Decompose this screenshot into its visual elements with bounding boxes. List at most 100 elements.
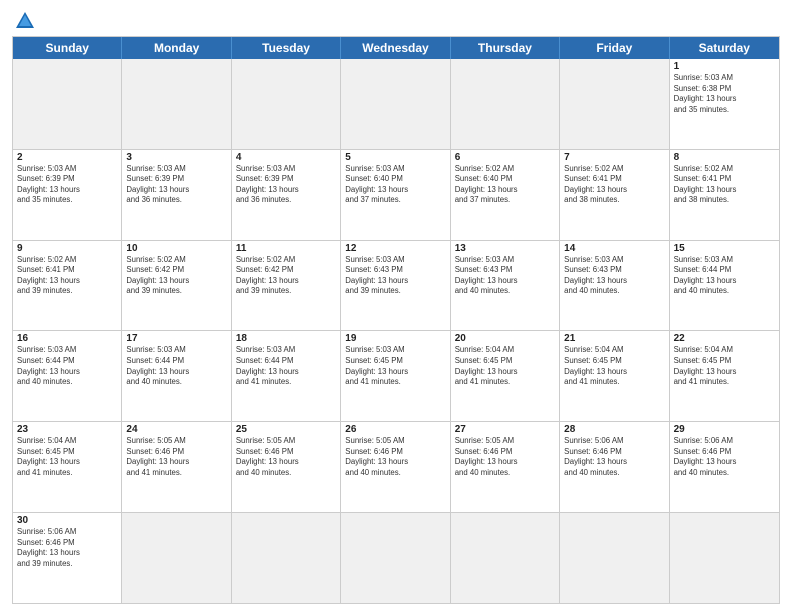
day-number: 7 — [564, 152, 664, 163]
day-number: 13 — [455, 243, 555, 254]
day-number: 26 — [345, 424, 445, 435]
cell-info: Sunrise: 5:05 AM Sunset: 6:46 PM Dayligh… — [345, 436, 445, 478]
calendar-cell — [451, 513, 560, 603]
calendar-cell: 2Sunrise: 5:03 AM Sunset: 6:39 PM Daylig… — [13, 150, 122, 240]
calendar-cell: 14Sunrise: 5:03 AM Sunset: 6:43 PM Dayli… — [560, 241, 669, 331]
calendar-cell: 8Sunrise: 5:02 AM Sunset: 6:41 PM Daylig… — [670, 150, 779, 240]
day-number: 5 — [345, 152, 445, 163]
day-number: 2 — [17, 152, 117, 163]
day-number: 30 — [17, 515, 117, 526]
cell-info: Sunrise: 5:03 AM Sunset: 6:38 PM Dayligh… — [674, 73, 775, 115]
cell-info: Sunrise: 5:03 AM Sunset: 6:44 PM Dayligh… — [17, 345, 117, 387]
day-number: 6 — [455, 152, 555, 163]
calendar-cell: 9Sunrise: 5:02 AM Sunset: 6:41 PM Daylig… — [13, 241, 122, 331]
cell-info: Sunrise: 5:05 AM Sunset: 6:46 PM Dayligh… — [236, 436, 336, 478]
header — [12, 10, 780, 30]
cell-info: Sunrise: 5:03 AM Sunset: 6:39 PM Dayligh… — [17, 164, 117, 206]
cell-info: Sunrise: 5:06 AM Sunset: 6:46 PM Dayligh… — [17, 527, 117, 569]
cell-info: Sunrise: 5:02 AM Sunset: 6:41 PM Dayligh… — [564, 164, 664, 206]
cell-info: Sunrise: 5:05 AM Sunset: 6:46 PM Dayligh… — [455, 436, 555, 478]
cell-info: Sunrise: 5:02 AM Sunset: 6:42 PM Dayligh… — [126, 255, 226, 297]
calendar-cell: 17Sunrise: 5:03 AM Sunset: 6:44 PM Dayli… — [122, 331, 231, 421]
day-number: 10 — [126, 243, 226, 254]
day-number: 14 — [564, 243, 664, 254]
logo-icon — [14, 10, 36, 32]
calendar-cell — [341, 59, 450, 149]
calendar-cell — [13, 59, 122, 149]
day-number: 4 — [236, 152, 336, 163]
day-number: 29 — [674, 424, 775, 435]
calendar-cell: 3Sunrise: 5:03 AM Sunset: 6:39 PM Daylig… — [122, 150, 231, 240]
calendar-cell — [451, 59, 560, 149]
calendar-cell: 4Sunrise: 5:03 AM Sunset: 6:39 PM Daylig… — [232, 150, 341, 240]
cell-info: Sunrise: 5:03 AM Sunset: 6:44 PM Dayligh… — [236, 345, 336, 387]
day-number: 27 — [455, 424, 555, 435]
cell-info: Sunrise: 5:03 AM Sunset: 6:39 PM Dayligh… — [126, 164, 226, 206]
cell-info: Sunrise: 5:02 AM Sunset: 6:40 PM Dayligh… — [455, 164, 555, 206]
calendar-row-4: 16Sunrise: 5:03 AM Sunset: 6:44 PM Dayli… — [13, 331, 779, 422]
logo — [12, 10, 38, 32]
calendar-body: 1Sunrise: 5:03 AM Sunset: 6:38 PM Daylig… — [13, 59, 779, 603]
day-number: 18 — [236, 333, 336, 344]
calendar-row-1: 1Sunrise: 5:03 AM Sunset: 6:38 PM Daylig… — [13, 59, 779, 150]
weekday-header-saturday: Saturday — [670, 37, 779, 59]
calendar-cell — [122, 513, 231, 603]
cell-info: Sunrise: 5:04 AM Sunset: 6:45 PM Dayligh… — [674, 345, 775, 387]
day-number: 22 — [674, 333, 775, 344]
cell-info: Sunrise: 5:03 AM Sunset: 6:44 PM Dayligh… — [126, 345, 226, 387]
calendar-cell — [232, 59, 341, 149]
calendar-row-5: 23Sunrise: 5:04 AM Sunset: 6:45 PM Dayli… — [13, 422, 779, 513]
calendar-cell: 18Sunrise: 5:03 AM Sunset: 6:44 PM Dayli… — [232, 331, 341, 421]
day-number: 19 — [345, 333, 445, 344]
day-number: 24 — [126, 424, 226, 435]
calendar-cell: 7Sunrise: 5:02 AM Sunset: 6:41 PM Daylig… — [560, 150, 669, 240]
calendar-cell: 13Sunrise: 5:03 AM Sunset: 6:43 PM Dayli… — [451, 241, 560, 331]
calendar-cell: 27Sunrise: 5:05 AM Sunset: 6:46 PM Dayli… — [451, 422, 560, 512]
day-number: 15 — [674, 243, 775, 254]
weekday-header-sunday: Sunday — [13, 37, 122, 59]
calendar-row-3: 9Sunrise: 5:02 AM Sunset: 6:41 PM Daylig… — [13, 241, 779, 332]
cell-info: Sunrise: 5:03 AM Sunset: 6:43 PM Dayligh… — [345, 255, 445, 297]
day-number: 16 — [17, 333, 117, 344]
cell-info: Sunrise: 5:06 AM Sunset: 6:46 PM Dayligh… — [674, 436, 775, 478]
calendar-cell — [560, 513, 669, 603]
day-number: 20 — [455, 333, 555, 344]
calendar-cell — [560, 59, 669, 149]
weekday-header-friday: Friday — [560, 37, 669, 59]
weekday-header-tuesday: Tuesday — [232, 37, 341, 59]
cell-info: Sunrise: 5:03 AM Sunset: 6:43 PM Dayligh… — [455, 255, 555, 297]
calendar-cell: 5Sunrise: 5:03 AM Sunset: 6:40 PM Daylig… — [341, 150, 450, 240]
day-number: 9 — [17, 243, 117, 254]
calendar-cell — [670, 513, 779, 603]
calendar-header: SundayMondayTuesdayWednesdayThursdayFrid… — [13, 37, 779, 59]
calendar-cell — [122, 59, 231, 149]
cell-info: Sunrise: 5:02 AM Sunset: 6:41 PM Dayligh… — [17, 255, 117, 297]
day-number: 12 — [345, 243, 445, 254]
cell-info: Sunrise: 5:03 AM Sunset: 6:44 PM Dayligh… — [674, 255, 775, 297]
logo-area — [12, 10, 56, 30]
cell-info: Sunrise: 5:03 AM Sunset: 6:43 PM Dayligh… — [564, 255, 664, 297]
day-number: 17 — [126, 333, 226, 344]
calendar: SundayMondayTuesdayWednesdayThursdayFrid… — [12, 36, 780, 604]
weekday-header-thursday: Thursday — [451, 37, 560, 59]
calendar-cell: 19Sunrise: 5:03 AM Sunset: 6:45 PM Dayli… — [341, 331, 450, 421]
calendar-cell: 21Sunrise: 5:04 AM Sunset: 6:45 PM Dayli… — [560, 331, 669, 421]
calendar-cell: 23Sunrise: 5:04 AM Sunset: 6:45 PM Dayli… — [13, 422, 122, 512]
calendar-cell: 1Sunrise: 5:03 AM Sunset: 6:38 PM Daylig… — [670, 59, 779, 149]
cell-info: Sunrise: 5:02 AM Sunset: 6:42 PM Dayligh… — [236, 255, 336, 297]
calendar-cell: 24Sunrise: 5:05 AM Sunset: 6:46 PM Dayli… — [122, 422, 231, 512]
day-number: 21 — [564, 333, 664, 344]
calendar-cell — [232, 513, 341, 603]
weekday-header-wednesday: Wednesday — [341, 37, 450, 59]
day-number: 3 — [126, 152, 226, 163]
cell-info: Sunrise: 5:03 AM Sunset: 6:40 PM Dayligh… — [345, 164, 445, 206]
cell-info: Sunrise: 5:04 AM Sunset: 6:45 PM Dayligh… — [564, 345, 664, 387]
calendar-cell: 15Sunrise: 5:03 AM Sunset: 6:44 PM Dayli… — [670, 241, 779, 331]
day-number: 25 — [236, 424, 336, 435]
calendar-cell: 28Sunrise: 5:06 AM Sunset: 6:46 PM Dayli… — [560, 422, 669, 512]
cell-info: Sunrise: 5:03 AM Sunset: 6:39 PM Dayligh… — [236, 164, 336, 206]
cell-info: Sunrise: 5:05 AM Sunset: 6:46 PM Dayligh… — [126, 436, 226, 478]
calendar-cell: 22Sunrise: 5:04 AM Sunset: 6:45 PM Dayli… — [670, 331, 779, 421]
day-number: 23 — [17, 424, 117, 435]
calendar-cell: 29Sunrise: 5:06 AM Sunset: 6:46 PM Dayli… — [670, 422, 779, 512]
